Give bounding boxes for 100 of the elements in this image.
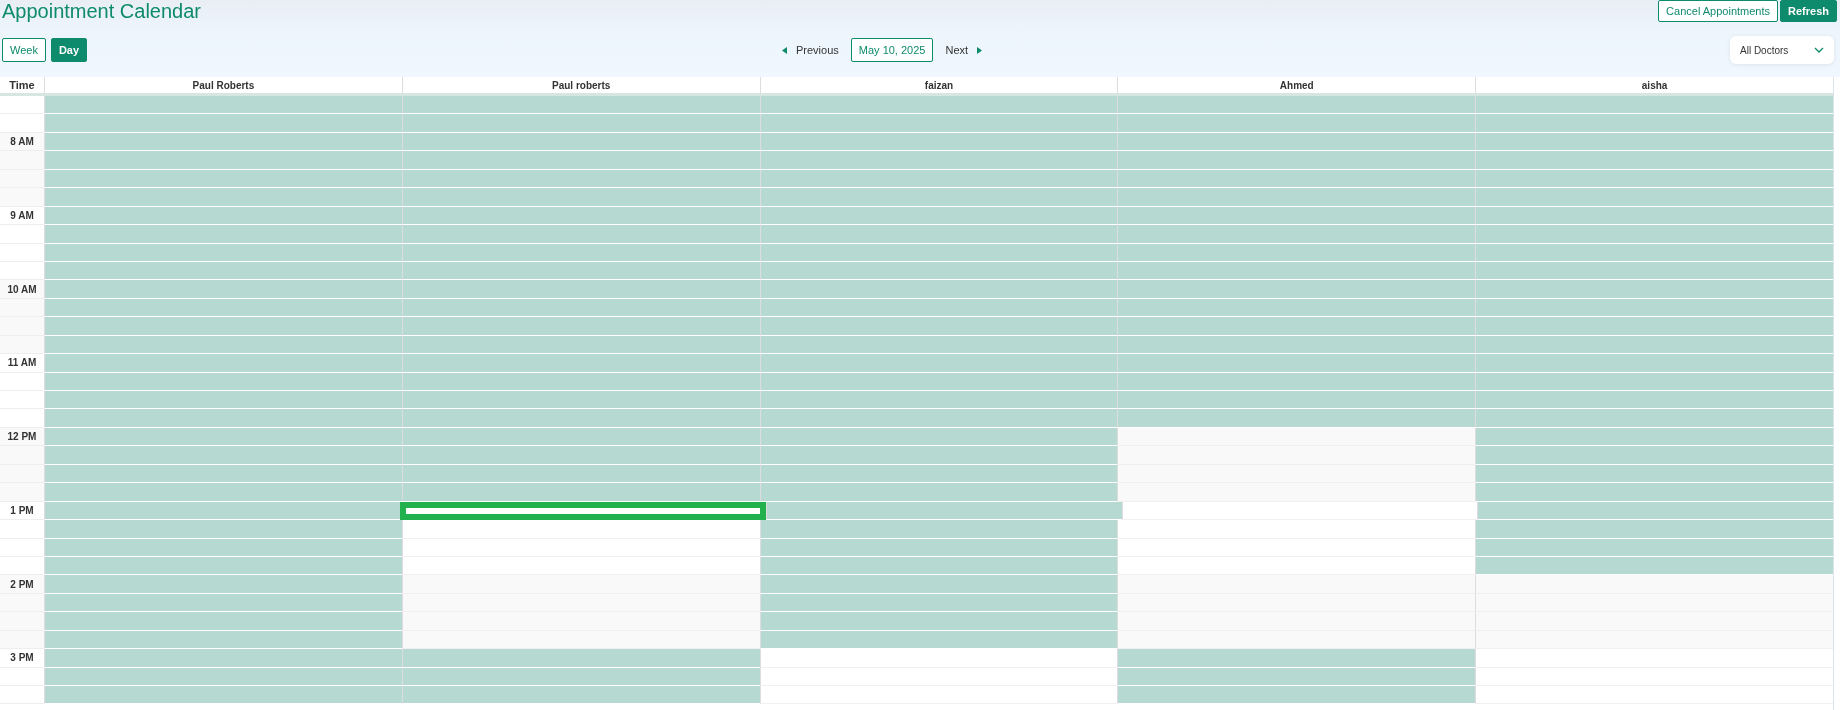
booked-slot[interactable] — [759, 575, 1118, 594]
booked-slot[interactable] — [1475, 409, 1833, 428]
booked-slot[interactable] — [1117, 188, 1476, 207]
free-slot[interactable] — [1117, 483, 1476, 502]
booked-slot[interactable] — [44, 446, 402, 465]
time-cell — [0, 317, 44, 336]
booked-slot[interactable] — [1475, 391, 1833, 410]
booked-slot[interactable] — [44, 575, 402, 594]
booked-slot[interactable] — [1475, 317, 1833, 336]
chevron-down-icon — [1814, 47, 1824, 53]
booked-slot[interactable] — [401, 151, 760, 170]
booked-slot[interactable] — [401, 354, 760, 373]
booked-slot[interactable] — [401, 409, 760, 428]
booked-slot[interactable] — [759, 520, 1118, 539]
booked-slot[interactable] — [759, 317, 1118, 336]
booked-slot[interactable] — [759, 188, 1118, 207]
date-button[interactable]: May 10, 2025 — [850, 38, 934, 62]
booked-slot[interactable] — [1475, 225, 1833, 244]
booked-slot[interactable] — [44, 280, 402, 299]
booked-slot[interactable] — [1117, 225, 1476, 244]
booked-slot[interactable] — [759, 409, 1118, 428]
free-slot[interactable] — [1475, 575, 1833, 594]
view-tab[interactable]: Week — [2, 38, 46, 62]
booked-slot[interactable] — [1117, 280, 1476, 299]
booked-slot[interactable] — [759, 151, 1118, 170]
free-slot[interactable] — [759, 686, 1118, 705]
booked-slot[interactable] — [1475, 280, 1833, 299]
free-slot[interactable] — [1475, 612, 1833, 631]
caret-right-icon — [977, 46, 983, 54]
booked-slot[interactable] — [44, 354, 402, 373]
booked-slot[interactable] — [1117, 354, 1476, 373]
booked-slot[interactable] — [1475, 354, 1833, 373]
free-slot[interactable] — [1475, 686, 1833, 705]
booked-slot[interactable] — [401, 96, 760, 115]
booked-slot[interactable] — [401, 280, 760, 299]
booked-slot[interactable] — [44, 483, 402, 502]
booked-slot[interactable] — [44, 317, 402, 336]
booked-slot[interactable] — [44, 520, 402, 539]
booked-slot[interactable] — [401, 686, 760, 705]
cancel-appointments-button[interactable]: Cancel Appointments — [1658, 0, 1779, 22]
previous-button[interactable]: Previous — [780, 41, 841, 59]
booked-slot[interactable] — [759, 354, 1118, 373]
booked-slot[interactable] — [401, 225, 760, 244]
free-slot[interactable] — [401, 520, 760, 539]
booked-slot[interactable] — [759, 612, 1118, 631]
next-button[interactable]: Next — [943, 41, 985, 59]
free-slot[interactable] — [401, 612, 760, 631]
booked-slot[interactable] — [759, 96, 1118, 115]
booked-slot[interactable] — [44, 188, 402, 207]
booked-slot[interactable] — [1117, 686, 1476, 705]
booked-slot[interactable] — [1475, 151, 1833, 170]
booked-slot[interactable] — [401, 649, 760, 668]
booked-slot[interactable] — [401, 317, 760, 336]
booked-slot[interactable] — [401, 391, 760, 410]
doctor-filter-dropdown[interactable]: All Doctors — [1730, 36, 1834, 64]
view-tab[interactable]: Day — [50, 38, 88, 62]
caret-left-icon — [782, 46, 787, 54]
booked-slot[interactable] — [1117, 649, 1476, 668]
booked-slot[interactable] — [759, 483, 1118, 502]
booked-slot[interactable] — [1475, 520, 1833, 539]
booked-slot[interactable] — [1475, 114, 1833, 133]
booked-slot[interactable] — [1475, 188, 1833, 207]
booked-slot[interactable] — [759, 446, 1118, 465]
free-slot[interactable] — [1117, 520, 1476, 539]
free-slot[interactable] — [1117, 575, 1476, 594]
booked-slot[interactable] — [44, 151, 402, 170]
free-slot[interactable] — [1475, 649, 1833, 668]
time-cell: 10 AM — [0, 280, 44, 299]
booked-slot[interactable] — [401, 188, 760, 207]
booked-slot[interactable] — [759, 114, 1118, 133]
booked-slot[interactable] — [401, 446, 760, 465]
booked-slot[interactable] — [1117, 409, 1476, 428]
booked-slot[interactable] — [759, 280, 1118, 299]
booked-slot[interactable] — [44, 391, 402, 410]
free-slot[interactable] — [1117, 446, 1476, 465]
time-cell: 2 PM — [0, 575, 44, 594]
booked-slot[interactable] — [401, 114, 760, 133]
booked-slot[interactable] — [1475, 96, 1833, 115]
booked-slot[interactable] — [1117, 391, 1476, 410]
refresh-button[interactable]: Refresh — [1780, 0, 1837, 22]
booked-slot[interactable] — [1475, 446, 1833, 465]
booked-slot[interactable] — [759, 391, 1118, 410]
booked-slot[interactable] — [1117, 114, 1476, 133]
booked-slot[interactable] — [44, 114, 402, 133]
column-header: Time — [8, 77, 36, 93]
booked-slot[interactable] — [1117, 96, 1476, 115]
booked-slot[interactable] — [44, 96, 402, 115]
booked-slot[interactable] — [401, 483, 760, 502]
booked-slot[interactable] — [1117, 151, 1476, 170]
booked-slot[interactable] — [44, 612, 402, 631]
free-slot[interactable] — [1117, 612, 1476, 631]
booked-slot[interactable] — [1475, 483, 1833, 502]
booked-slot[interactable] — [44, 225, 402, 244]
free-slot[interactable] — [401, 575, 760, 594]
booked-slot[interactable] — [44, 686, 402, 705]
booked-slot[interactable] — [44, 409, 402, 428]
booked-slot[interactable] — [1117, 317, 1476, 336]
free-slot[interactable] — [759, 649, 1118, 668]
booked-slot[interactable] — [759, 225, 1118, 244]
booked-slot[interactable] — [44, 649, 402, 668]
